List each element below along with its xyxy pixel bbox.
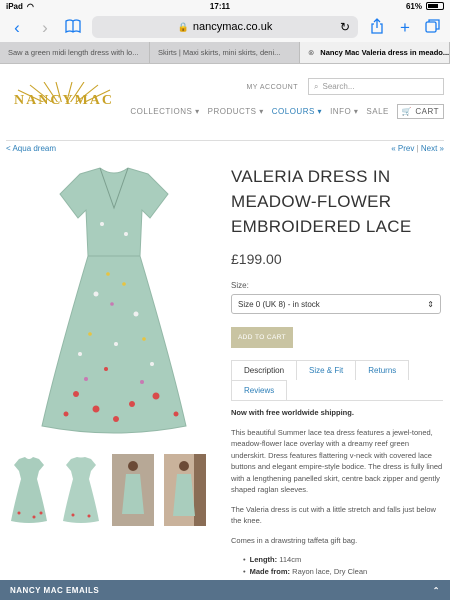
thumbnail-model-2[interactable]: [164, 454, 206, 526]
breadcrumb: < Aqua dream « Prev | Next »: [6, 140, 444, 153]
select-arrows-icon: ⇕: [427, 299, 434, 309]
battery-percent: 61%: [405, 1, 422, 11]
thumbnail-back[interactable]: [60, 454, 102, 526]
tab-label: Skirts | Maxi skirts, mini skirts, deni.…: [158, 48, 281, 57]
newsletter-label: NANCY MAC EMAILS: [10, 585, 100, 595]
bookmarks-icon[interactable]: [64, 18, 82, 36]
product-main-image[interactable]: [36, 164, 192, 434]
nav-products[interactable]: PRODUCTS ▾: [208, 107, 264, 116]
size-select[interactable]: Size 0 (UK 8) - in stock ⇕: [231, 294, 441, 314]
close-tab-icon[interactable]: ⊗: [308, 48, 314, 57]
status-right: 61%: [406, 2, 444, 11]
status-left: iPad ◠: [6, 2, 34, 11]
address-bar[interactable]: 🔒 nancymac.co.uk ↻: [92, 16, 358, 38]
description-paragraph: The Valeria dress is cut with a little s…: [231, 504, 436, 526]
prev-next: « Prev | Next »: [391, 144, 444, 153]
prev-link[interactable]: « Prev: [391, 144, 414, 153]
size-label: Size:: [231, 281, 249, 290]
description-paragraph: This beautiful Summer lace tea dress fea…: [231, 427, 443, 495]
back-to-collection-link[interactable]: < Aqua dream: [6, 144, 56, 153]
spec-item: Length: 114cm: [243, 554, 443, 566]
share-icon[interactable]: [368, 17, 386, 37]
product-tabs: Description Size & Fit Returns Reviews: [231, 360, 443, 401]
lock-icon: 🔒: [177, 21, 189, 32]
wifi-icon: ◠: [26, 1, 34, 11]
main-nav: COLLECTIONS ▾ PRODUCTS ▾ COLOURS ▾ INFO …: [130, 104, 444, 119]
forward-icon[interactable]: ›: [36, 19, 54, 36]
search-input[interactable]: ⌕ Search...: [308, 78, 444, 95]
browser-tabs: Saw a green midi length dress with lo...…: [0, 42, 450, 64]
spec-list: Length: 114cm Made from: Rayon lace, Dry…: [231, 554, 443, 577]
description-paragraph: Comes in a drawstring taffeta gift bag.: [231, 535, 358, 545]
status-bar: iPad ◠ 17:11 61%: [0, 0, 450, 12]
newsletter-bar[interactable]: NANCY MAC EMAILS ⌃: [0, 580, 450, 600]
tab-description[interactable]: Description: [231, 360, 298, 380]
new-tab-icon[interactable]: +: [396, 19, 414, 36]
url-text: nancymac.co.uk: [192, 21, 273, 33]
browser-tab-active[interactable]: ⊗ Nancy Mac Valeria dress in meado...: [300, 42, 450, 63]
clock: 17:11: [209, 1, 230, 11]
cart-button[interactable]: 🛒 CART: [396, 104, 444, 119]
tab-reviews[interactable]: Reviews: [231, 380, 288, 400]
chevron-up-icon[interactable]: ⌃: [433, 586, 440, 595]
logo-text[interactable]: NANCYMAC: [8, 93, 120, 109]
browser-tab[interactable]: Saw a green midi length dress with lo...: [0, 42, 150, 63]
browser-tab[interactable]: Skirts | Maxi skirts, mini skirts, deni.…: [150, 42, 300, 63]
browser-toolbar: ‹ › 🔒 nancymac.co.uk ↻ +: [0, 12, 450, 42]
product-detail: VALERIA DRESS IN MEADOW-FLOWER EMBROIDER…: [231, 164, 443, 577]
nav-sale[interactable]: SALE: [366, 107, 388, 116]
size-value: Size 0 (UK 8) - in stock: [238, 299, 320, 309]
tabs-icon[interactable]: [424, 18, 442, 37]
site-header: NANCYMAC MY ACCOUNT ⌕ Search... COLLECTI…: [0, 64, 450, 130]
nav-collections[interactable]: COLLECTIONS ▾: [130, 107, 199, 116]
nav-colours[interactable]: COLOURS ▾: [272, 107, 322, 116]
product-description: Now with free worldwide shipping. This b…: [231, 407, 443, 577]
tab-label: Saw a green midi length dress with lo...: [8, 48, 139, 57]
back-icon[interactable]: ‹: [8, 19, 26, 36]
search-placeholder: Search...: [322, 82, 355, 91]
tab-size-fit[interactable]: Size & Fit: [296, 360, 357, 380]
product-price: £199.00: [231, 251, 282, 267]
tab-returns[interactable]: Returns: [355, 360, 410, 380]
thumbnail-model-1[interactable]: [112, 454, 154, 526]
cart-label: CART: [415, 107, 439, 116]
my-account-link[interactable]: MY ACCOUNT: [246, 84, 298, 91]
tab-label: Nancy Mac Valeria dress in meado...: [320, 48, 450, 57]
reload-icon[interactable]: ↻: [340, 20, 350, 34]
nav-info[interactable]: INFO ▾: [330, 107, 358, 116]
cart-icon: 🛒: [401, 107, 413, 116]
device-name: iPad: [6, 1, 23, 11]
search-icon: ⌕: [314, 81, 319, 91]
thumbnail-strip: [8, 454, 206, 526]
battery-icon: [426, 2, 444, 10]
add-to-cart-button[interactable]: ADD TO CART: [231, 327, 293, 348]
shipping-note: Now with free worldwide shipping.: [231, 408, 354, 417]
next-link[interactable]: Next »: [421, 144, 444, 153]
product-title: VALERIA DRESS IN MEADOW-FLOWER EMBROIDER…: [231, 167, 412, 236]
spec-item: Made from: Rayon lace, Dry Clean: [243, 566, 443, 578]
thumbnail-front[interactable]: [8, 454, 50, 526]
